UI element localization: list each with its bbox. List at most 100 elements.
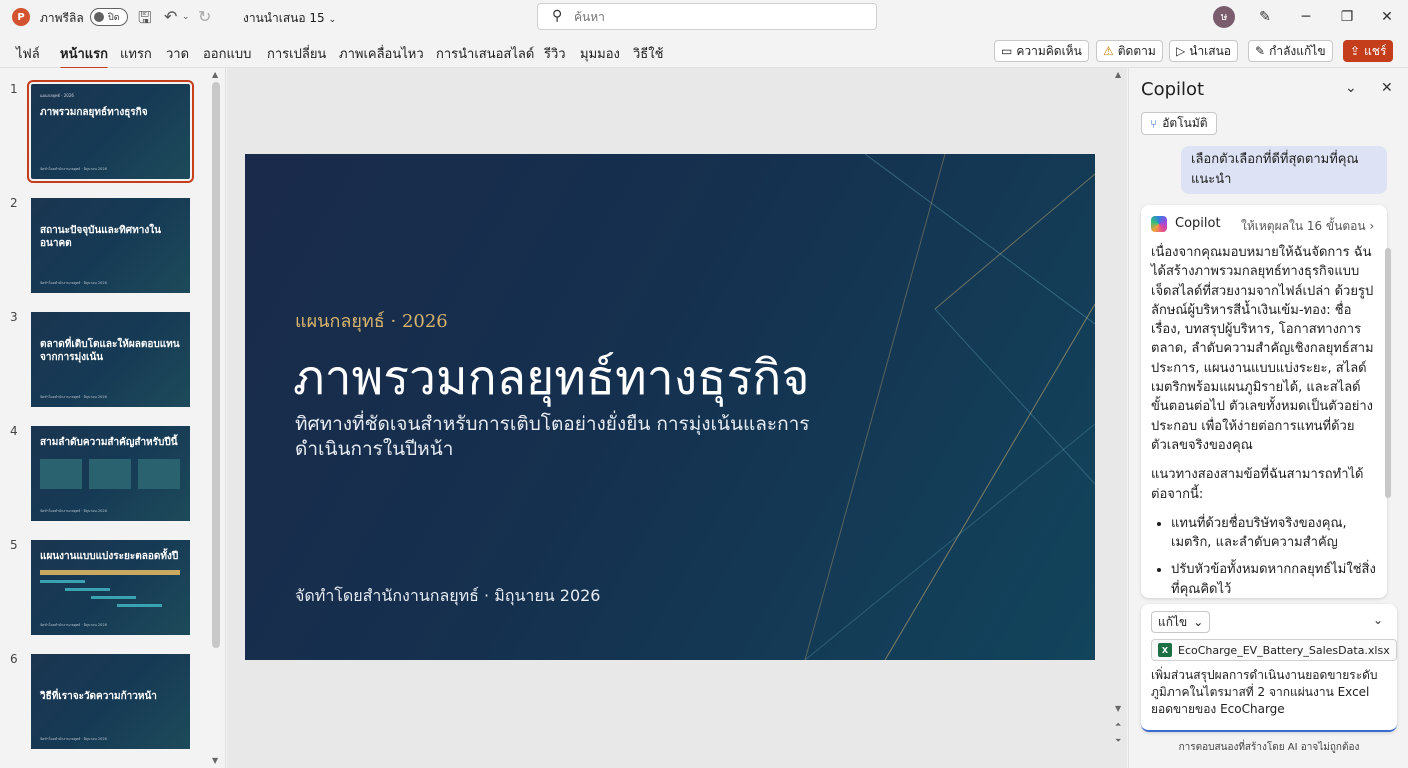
- prompt-text[interactable]: เพิ่มส่วนสรุปผลการดำเนินงานยอดขายระดับภู…: [1151, 667, 1387, 718]
- slide-footer: จัดทำโดยสำนักงานกลยุทธ์ · มิถุนายน 2026: [295, 586, 601, 605]
- copilot-scrollbar[interactable]: [1385, 248, 1391, 498]
- copilot-title: Copilot: [1141, 79, 1205, 100]
- avatar[interactable]: ษ: [1213, 6, 1235, 28]
- document-title-text: งานนำเสนอ 15: [243, 11, 325, 25]
- auto-mode-button[interactable]: ⑂ อัตโนมัติ: [1141, 112, 1217, 135]
- response-paragraph: เนื่องจากคุณมอบหมายให้ฉันจัดการ ฉันได้สร…: [1151, 245, 1374, 453]
- scroll-up-icon[interactable]: ▲: [212, 70, 218, 79]
- chevron-down-icon[interactable]: ⌄: [1345, 80, 1357, 96]
- tab-insert[interactable]: แทรก: [120, 43, 152, 64]
- slide-kicker: แผนกลยุทธ์ · 2026: [295, 311, 448, 332]
- tab-review[interactable]: รีวิว: [544, 43, 566, 64]
- pen-icon[interactable]: ✎: [1253, 5, 1277, 29]
- tab-help[interactable]: วิธีใช้: [633, 43, 663, 64]
- slide-subtitle: ทิศทางที่ชัดเจนสำหรับการเติบโตอย่างยั่งย…: [295, 413, 810, 460]
- chevron-right-icon: ›: [1369, 219, 1375, 233]
- tab-slideshow[interactable]: การนำเสนอสไลด์: [436, 43, 534, 64]
- autosave-toggle[interactable]: ปิด: [90, 8, 128, 26]
- thumb-title: สามลำดับความสำคัญสำหรับปีนี้: [40, 437, 178, 448]
- slide-thumbnail-4[interactable]: สามลำดับความสำคัญสำหรับปีนี้ จัดทำโดยสำน…: [31, 426, 190, 521]
- thumb-footer: จัดทำโดยสำนักงานกลยุทธ์ · มิถุนายน 2026: [40, 281, 107, 285]
- thumb-kicker: แผนกลยุทธ์ · 2026: [40, 93, 74, 98]
- pencil-icon: ✎: [1255, 44, 1266, 58]
- slide-thumbnail-6[interactable]: วิธีที่เราจะวัดความก้าวหน้า จัดทำโดยสำนั…: [31, 654, 190, 749]
- attached-file-chip[interactable]: X EcoCharge_EV_Battery_SalesData.xlsx: [1151, 639, 1397, 661]
- undo-icon[interactable]: ↶: [164, 7, 177, 26]
- thumb-footer: จัดทำโดยสำนักงานกลยุทธ์ · มิถุนายน 2026: [40, 737, 107, 741]
- compose-mode-dropdown[interactable]: แก้ไข ⌄: [1151, 611, 1211, 633]
- slide-number: 1: [10, 82, 18, 96]
- thumb-roadmap-bar: [40, 580, 85, 583]
- scroll-down-icon[interactable]: ▼: [1115, 704, 1121, 713]
- search-box[interactable]: ⚲: [537, 3, 877, 30]
- slide-number: 3: [10, 310, 18, 324]
- thumb-title: แผนงานแบบแบ่งระยะตลอดทั้งปี: [40, 551, 179, 562]
- response-bullet: ปรับหัวข้อทั้งหมดหากกลยุทธ์ไม่ใช่สิ่งที่…: [1171, 560, 1377, 598]
- slide-number: 5: [10, 538, 18, 552]
- previous-slide-icon[interactable]: ⏶: [1115, 720, 1121, 730]
- share-button[interactable]: ⇪ แชร์: [1343, 40, 1394, 62]
- thumb-roadmap-bar: [40, 570, 180, 575]
- document-title[interactable]: งานนำเสนอ 15 ⌄: [243, 9, 336, 28]
- tab-view[interactable]: มุมมอง: [580, 43, 620, 64]
- powerpoint-logo-icon: P: [12, 8, 30, 26]
- thumb-title: สถานะปัจจุบันและทิศทางในอนาคต: [40, 225, 161, 249]
- follow-button[interactable]: ⚠ ติดตาม: [1096, 40, 1163, 62]
- slide-thumbnail-1[interactable]: แผนกลยุทธ์ · 2026 ภาพรวมกลยุทธ์ทางธุรกิจ…: [27, 80, 194, 183]
- search-icon: ⚲: [552, 8, 563, 24]
- comment-icon: ▭: [1001, 44, 1013, 58]
- present-button[interactable]: ▷ นำเสนอ: [1169, 40, 1239, 62]
- title-bar: P ภาพรีลิล ปิด 🖫 ↶ ⌄ ↻ งานนำเสนอ 15⌄ ⚲ ษ…: [0, 0, 1408, 34]
- tab-design[interactable]: ออกแบบ: [203, 43, 251, 64]
- tab-animations[interactable]: ภาพเคลื่อนไหว: [339, 43, 424, 64]
- slide-canvas: แผนกลยุทธ์ · 2026 ภาพรวมกลยุทธ์ทางธุรกิจ…: [227, 68, 1127, 768]
- chevron-down-icon: ⌄: [328, 15, 337, 25]
- comments-button[interactable]: ▭ ความคิดเห็น: [994, 40, 1089, 62]
- tab-file[interactable]: ไฟล์: [16, 43, 40, 64]
- compose-mode-label: แก้ไข: [1158, 614, 1188, 629]
- tab-transitions[interactable]: การเปลี่ยน: [267, 43, 326, 64]
- thumb-title: ภาพรวมกลยุทธ์ทางธุรกิจ: [40, 107, 148, 118]
- tab-draw[interactable]: วาด: [166, 43, 189, 64]
- thumb-title: วิธีที่เราจะวัดความก้าวหน้า: [40, 691, 157, 702]
- present-label: นำเสนอ: [1189, 43, 1232, 58]
- reasoning-steps-link[interactable]: ให้เหตุผลใน 16 ขั้นตอน ›: [1241, 217, 1374, 236]
- share-icon: ⇪: [1350, 44, 1361, 58]
- thumbnail-scrollbar[interactable]: [212, 82, 220, 648]
- undo-dropdown-icon[interactable]: ⌄: [182, 12, 190, 22]
- collapse-chevron-icon[interactable]: ⌄: [1373, 613, 1383, 627]
- thumb-roadmap-bar: [65, 588, 110, 591]
- slide-thumbnail-2[interactable]: สถานะปัจจุบันและทิศทางในอนาคต จัดทำโดยสำ…: [31, 198, 190, 293]
- response-bullet: แทนที่ด้วยชื่อบริษัทจริงของคุณ, เมตริก, …: [1171, 514, 1377, 553]
- scroll-up-icon[interactable]: ▲: [1115, 70, 1121, 79]
- response-bullet-list: แทนที่ด้วยชื่อบริษัทจริงของคุณ, เมตริก, …: [1151, 514, 1377, 598]
- current-slide[interactable]: แผนกลยุทธ์ · 2026 ภาพรวมกลยุทธ์ทางธุรกิจ…: [245, 154, 1095, 660]
- close-icon[interactable]: ✕: [1381, 80, 1393, 96]
- attached-file-name: EcoCharge_EV_Battery_SalesData.xlsx: [1178, 643, 1390, 657]
- thumb-roadmap-bar: [117, 604, 162, 607]
- response-paragraph: แนวทางสองสามข้อที่ฉันสามารถทำได้ต่อจากนี…: [1151, 467, 1364, 502]
- scroll-down-icon[interactable]: ▼: [212, 756, 218, 765]
- editing-label: กำลังแก้ไข: [1269, 43, 1326, 58]
- search-input[interactable]: [574, 8, 864, 26]
- minimize-icon[interactable]: ─: [1294, 5, 1318, 29]
- restore-icon[interactable]: ❐: [1335, 5, 1359, 29]
- slide-thumbnail-3[interactable]: ตลาดที่เติบโตและให้ผลตอบแทนจากการมุ่งเน้…: [31, 312, 190, 407]
- excel-file-icon: X: [1158, 643, 1172, 657]
- slide-number: 2: [10, 196, 18, 210]
- thumb-priority-card: [40, 459, 82, 489]
- copilot-compose-box[interactable]: แก้ไข ⌄ ⌄ X EcoCharge_EV_Battery_SalesDa…: [1141, 604, 1397, 732]
- close-icon[interactable]: ✕: [1375, 5, 1399, 29]
- slide-thumbnail-pane: 1 แผนกลยุทธ์ · 2026 ภาพรวมกลยุทธ์ทางธุรก…: [0, 68, 226, 768]
- save-icon[interactable]: 🖫: [138, 7, 152, 34]
- next-slide-icon[interactable]: ⏷: [1115, 736, 1121, 746]
- response-body: เนื่องจากคุณมอบหมายให้ฉันจัดการ ฉันได้สร…: [1151, 243, 1377, 598]
- copilot-response-card: Copilot ให้เหตุผลใน 16 ขั้นตอน › เนื่องจ…: [1141, 205, 1387, 598]
- slide-thumbnail-5[interactable]: แผนงานแบบแบ่งระยะตลอดทั้งปี จัดทำโดยสำนั…: [31, 540, 190, 635]
- editing-mode-button[interactable]: ✎ กำลังแก้ไข: [1248, 40, 1333, 62]
- tab-home[interactable]: หน้าแรก: [60, 43, 108, 70]
- toggle-knob: [94, 12, 104, 22]
- redo-icon[interactable]: ↻: [198, 7, 211, 26]
- follow-label: ติดตาม: [1117, 43, 1156, 58]
- thumb-priority-card: [89, 459, 131, 489]
